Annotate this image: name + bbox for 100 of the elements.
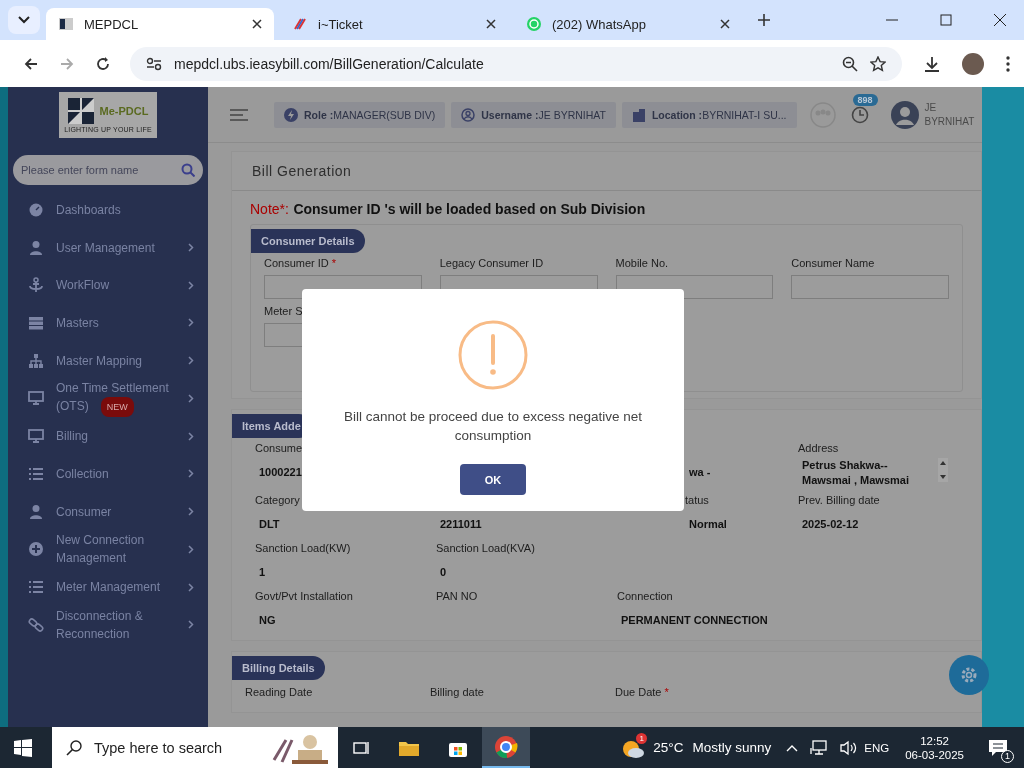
ticket-icon xyxy=(292,16,308,32)
logo-mark-icon xyxy=(67,97,94,124)
speaker-icon[interactable] xyxy=(840,739,859,756)
user-avatar[interactable] xyxy=(890,100,919,129)
detail-label: Address xyxy=(798,442,840,455)
detail-value: 2211011 xyxy=(439,518,483,531)
weather-badge: 1 xyxy=(636,732,648,744)
anchor-icon xyxy=(28,277,44,294)
chevron-icon xyxy=(188,582,194,592)
clock-date: 06-03-2025 xyxy=(905,748,964,761)
chat-icon xyxy=(526,16,542,32)
sidebar-menu-item[interactable]: Master Mapping xyxy=(8,341,208,380)
chevron-icon xyxy=(188,620,194,630)
detail-value: wa - xyxy=(688,466,712,479)
chevron-icon xyxy=(188,393,194,403)
bolt-icon xyxy=(284,107,298,122)
note-label: Note*: xyxy=(250,201,289,217)
sidebar-menu-item[interactable]: Consumer xyxy=(8,492,208,531)
detail-label: Prev. Billing date xyxy=(798,494,881,507)
detail-label: Sanction Load(KW) xyxy=(255,542,352,555)
chrome-taskbar-button[interactable] xyxy=(482,727,530,768)
browser-tab[interactable]: (202) WhatsApp xyxy=(514,8,742,40)
info-chip: Role :MANAGER(SUB DIV) xyxy=(274,101,446,128)
user-icon xyxy=(28,503,44,520)
new-tab-icon[interactable] xyxy=(758,14,770,26)
plus-circle-icon xyxy=(28,541,44,558)
close-icon[interactable] xyxy=(994,14,1006,26)
back-icon[interactable] xyxy=(24,56,38,71)
task-view-icon[interactable] xyxy=(352,739,370,756)
sidebar-menu-item[interactable]: One Time Settlement (OTS) NEW xyxy=(8,379,208,418)
clock-icon[interactable] xyxy=(850,105,869,124)
network-icon[interactable] xyxy=(810,739,829,756)
list-icon xyxy=(28,465,44,482)
detail-value: 2025-02-12 xyxy=(801,518,860,531)
input-field[interactable] xyxy=(791,275,949,299)
close-icon[interactable] xyxy=(720,19,730,29)
chevron-icon xyxy=(188,431,194,441)
sidebar-menu-item[interactable]: WorkFlow xyxy=(8,266,208,305)
sidebar-menu-item[interactable]: Disconnection & Reconnection xyxy=(8,605,208,644)
field-label: Consumer Name xyxy=(791,257,876,269)
sidebar-menu-item[interactable]: Meter Management xyxy=(8,568,208,606)
form-search-field[interactable]: Please enter form name xyxy=(13,155,203,185)
page-title: Bill Generation xyxy=(232,152,981,191)
close-icon[interactable] xyxy=(486,19,496,29)
chevron-icon xyxy=(188,544,194,554)
user-icon xyxy=(28,239,44,256)
sidebar-menu-item[interactable]: Collection xyxy=(8,455,208,493)
close-icon[interactable] xyxy=(252,19,262,29)
section-label: Consumer Details xyxy=(251,229,365,253)
ok-button[interactable]: OK xyxy=(460,464,526,495)
building-icon xyxy=(631,107,646,122)
detail-value: 0 xyxy=(439,566,448,579)
reload-icon[interactable] xyxy=(96,56,110,71)
detail-value: PERMANENT CONNECTION xyxy=(620,614,769,627)
detail-value: NG xyxy=(258,614,277,627)
gauge-icon xyxy=(28,201,44,218)
chevron-icon xyxy=(188,356,194,366)
logo-name: Me-PDCL xyxy=(99,104,149,117)
sidebar-menu-item[interactable]: Billing xyxy=(8,417,208,456)
detail-label: Sanction Load(KVA) xyxy=(436,542,536,555)
list-icon xyxy=(28,579,44,596)
site-logo-icon xyxy=(58,16,74,32)
field-label: Mobile No. xyxy=(615,257,670,269)
maximize-icon[interactable] xyxy=(940,14,952,26)
search-icon[interactable] xyxy=(181,163,195,177)
taskbar-search-field[interactable]: Type here to search xyxy=(52,727,338,768)
info-chip: Username :JE BYRNIHAT xyxy=(451,101,616,128)
detail-value: DLT xyxy=(258,518,281,531)
monitor-icon xyxy=(28,390,44,407)
address-bar[interactable]: mepdcl.ubs.ieasybill.com/BillGeneration/Calculate xyxy=(130,46,902,81)
chevron-icon xyxy=(188,318,194,328)
link-icon xyxy=(28,616,44,633)
server-icon xyxy=(28,314,44,331)
detail-value: 1 xyxy=(258,566,267,579)
scroll-arrows-icon[interactable] xyxy=(938,458,948,482)
detail-label: tatus xyxy=(685,494,710,507)
browser-tab[interactable]: MEPDCL xyxy=(46,8,274,40)
menu-icon[interactable] xyxy=(1006,55,1010,72)
chevron-up-icon[interactable] xyxy=(786,743,799,752)
site-settings-icon[interactable] xyxy=(146,56,162,71)
profile-avatar[interactable] xyxy=(962,52,984,75)
notification-icon[interactable] xyxy=(988,738,1008,757)
chevron-icon xyxy=(188,280,194,290)
download-icon[interactable] xyxy=(924,55,940,72)
zoom-icon[interactable] xyxy=(842,55,858,72)
detail-value: 1000221 xyxy=(258,466,303,479)
sidebar-menu-item[interactable]: Dashboards xyxy=(8,191,208,229)
sidebar-menu-item[interactable]: User Management xyxy=(8,228,208,267)
field-label: Meter S xyxy=(264,305,304,317)
sidebar-menu-item[interactable]: New Connection Management xyxy=(8,530,208,569)
field-label: Due Date * xyxy=(615,686,670,698)
windows-start-icon[interactable] xyxy=(14,738,32,757)
sidebar-menu-item[interactable]: Masters xyxy=(8,304,208,342)
detail-label: Govt/Pvt Installation xyxy=(255,590,354,603)
star-icon[interactable] xyxy=(870,55,886,72)
language-indicator[interactable]: ENG xyxy=(864,741,890,754)
notification-count: 1 xyxy=(1001,749,1014,763)
tab-list-button[interactable] xyxy=(8,6,40,34)
clock-time: 12:52 xyxy=(920,734,949,747)
browser-tab[interactable]: i~Ticket xyxy=(280,8,508,40)
